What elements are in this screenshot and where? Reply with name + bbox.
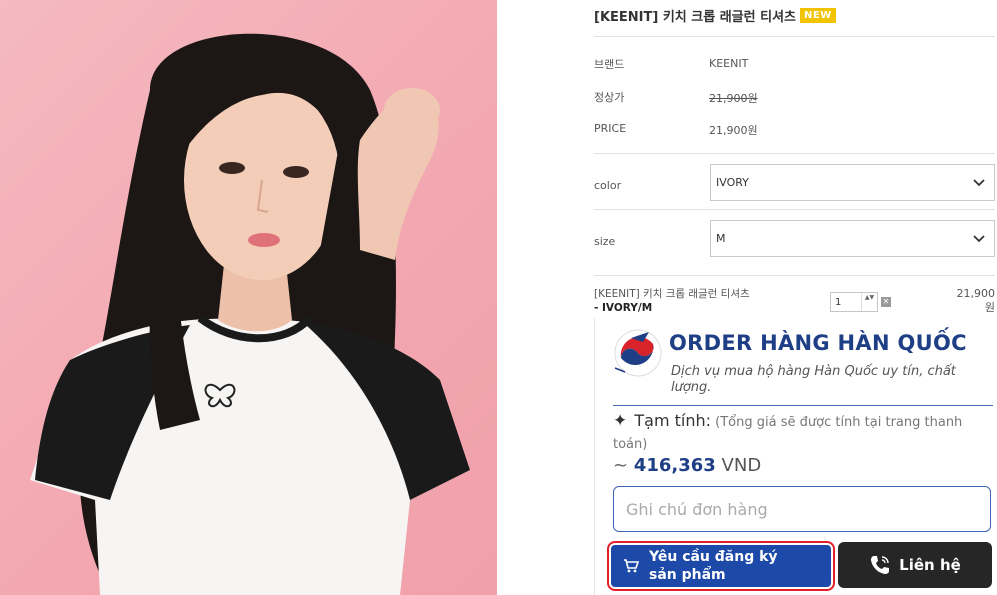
remove-item-button[interactable]: ✕ — [881, 297, 891, 307]
quantity-value: 1 — [835, 296, 842, 308]
chevron-down-icon — [973, 179, 985, 187]
divider — [594, 153, 995, 154]
model-illustration — [30, 33, 470, 595]
new-badge: NEW — [800, 7, 836, 23]
estimate-label: Tạm tính: — [634, 411, 712, 430]
brand-value: KEENIT — [709, 57, 749, 70]
order-request-button-label: Yêu cầu đăng ký sản phẩm — [649, 549, 778, 583]
size-label: size — [594, 235, 616, 248]
regular-price-label: 정상가 — [594, 91, 625, 104]
estimate-price: ~ 416,363 VND — [613, 455, 761, 476]
order-request-button[interactable]: Yêu cầu đăng ký sản phẩm — [611, 545, 831, 587]
contact-button-label: Liên hệ — [899, 556, 961, 574]
price-label: PRICE — [594, 122, 627, 135]
product-title: [KEENIT] 키치 크롭 래글런 티셔츠 — [594, 9, 797, 25]
size-select[interactable]: M — [710, 220, 995, 257]
widget-brand-name: ORDER HÀNG HÀN QUỐC — [669, 331, 967, 355]
estimate-tilde: ~ — [613, 455, 629, 476]
color-select-value: IVORY — [716, 176, 749, 189]
product-title-row: [KEENIT] 키치 크롭 래글런 티셔츠 NEW — [594, 4, 836, 26]
selected-item-variant: - IVORY/M — [594, 302, 653, 314]
product-photo — [0, 0, 497, 595]
estimate-block: ✦ Tạm tính: (Tổng giá sẽ được tính tại t… — [613, 410, 993, 456]
size-select-value: M — [716, 232, 726, 245]
phone-icon — [871, 556, 890, 574]
order-request-button-highlight: Yêu cầu đăng ký sản phẩm — [607, 541, 835, 591]
divider — [594, 36, 995, 37]
selected-item-title: [KEENIT] 키치 크롭 래글런 티셔츠 — [594, 288, 750, 300]
estimate-value: 416,363 — [633, 455, 716, 476]
selected-item-price: 21,900 원 — [957, 287, 996, 315]
divider — [594, 209, 995, 210]
quantity-stepper[interactable]: 1 ▲▼ — [830, 292, 878, 312]
price-value: 21,900원 — [709, 124, 758, 137]
selected-item-price-value: 21,900 — [956, 287, 996, 300]
sparkle-icon: ✦ — [613, 411, 628, 431]
selected-item-name: [KEENIT] 키치 크롭 래글런 티셔츠 - IVORY/M — [594, 287, 794, 315]
widget-brand-description: Dịch vụ mua hộ hàng Hàn Quốc uy tín, chấ… — [671, 364, 956, 395]
order-widget: ORDER HÀNG HÀN QUỐC Dịch vụ mua hộ hàng … — [594, 318, 997, 595]
contact-button[interactable]: Liên hệ — [838, 542, 992, 588]
cart-icon — [624, 559, 639, 573]
widget-divider — [613, 405, 993, 406]
selected-item-price-suffix: 원 — [984, 301, 995, 314]
quantity-arrows[interactable]: ▲▼ — [861, 293, 877, 311]
estimate-currency: VND — [721, 455, 762, 476]
product-page: [KEENIT] 키치 크롭 래글런 티셔츠 NEW 브랜드 KEENIT 정상… — [0, 0, 997, 595]
order-hang-han-quoc-logo — [614, 329, 662, 377]
divider — [594, 275, 995, 276]
brand-label: 브랜드 — [594, 58, 625, 71]
regular-price-value: 21,900원 — [709, 92, 758, 105]
color-select[interactable]: IVORY — [710, 164, 995, 201]
chevron-down-icon — [973, 235, 985, 243]
order-note-input[interactable] — [613, 486, 991, 532]
color-label: color — [594, 179, 622, 192]
